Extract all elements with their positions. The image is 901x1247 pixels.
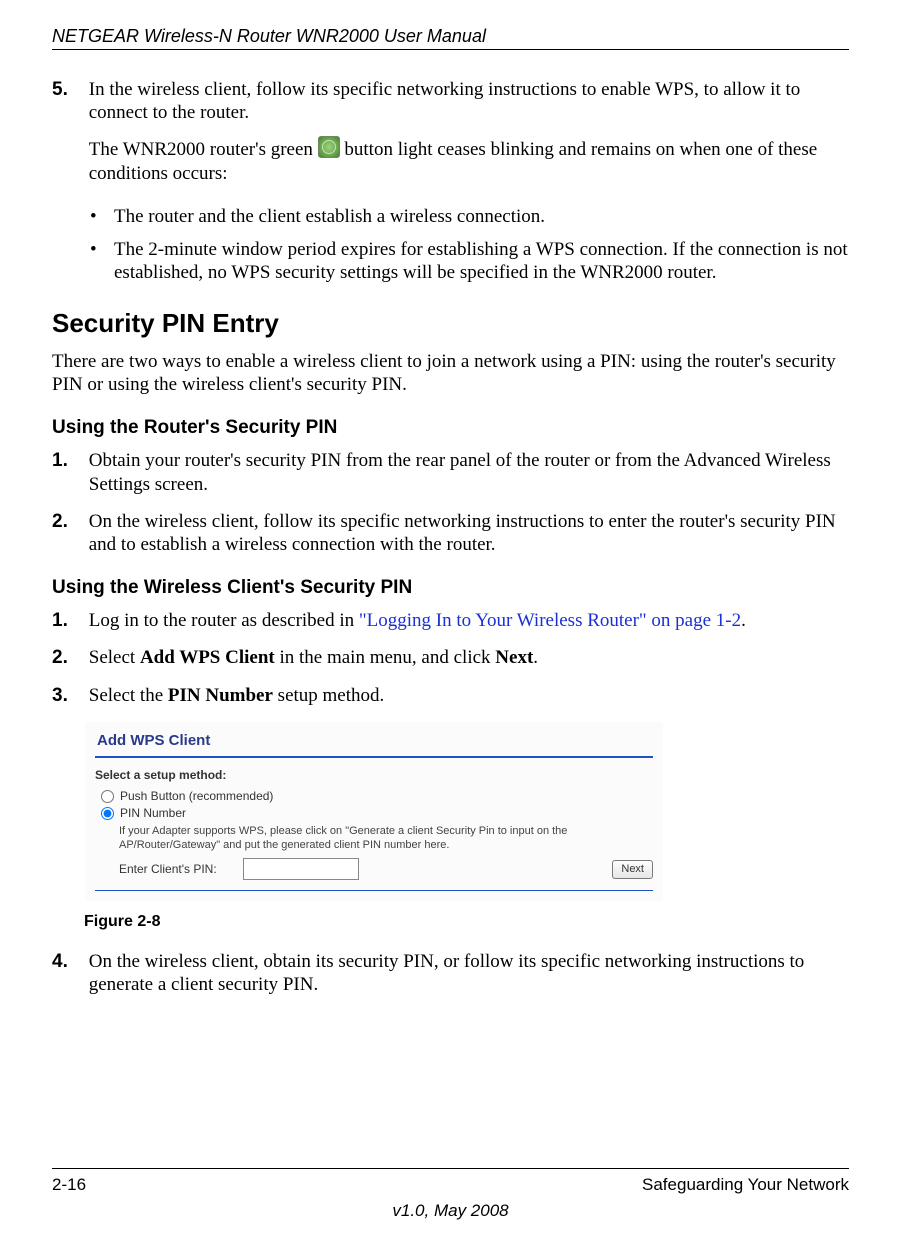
client-pin-step-4-number: 4. xyxy=(52,950,84,973)
router-pin-step-1-text: Obtain your router's security PIN from t… xyxy=(89,449,839,495)
figure-divider xyxy=(95,756,653,758)
footer-version: v1.0, May 2008 xyxy=(52,1201,849,1221)
router-pin-step-2: 2. On the wireless client, follow its sp… xyxy=(52,510,849,556)
footer-section-title: Safeguarding Your Network xyxy=(642,1175,849,1195)
router-pin-step-1: 1. Obtain your router's security PIN fro… xyxy=(52,449,849,495)
client-pin-step-3-post: setup method. xyxy=(273,685,384,706)
wps-button-icon xyxy=(318,136,340,158)
radio-pin-number[interactable]: PIN Number xyxy=(101,806,653,821)
client-pin-step-1-pre: Log in to the router as described in xyxy=(89,610,359,631)
client-pin-step-3-pre: Select the xyxy=(89,685,168,706)
footer-rule xyxy=(52,1168,849,1169)
client-pin-step-4: 4. On the wireless client, obtain its se… xyxy=(52,950,849,996)
page-number: 2-16 xyxy=(52,1175,86,1195)
cross-reference-link[interactable]: "Logging In to Your Wireless Router" on … xyxy=(359,610,741,631)
client-pin-step-1-post: . xyxy=(741,610,746,631)
subheading-router-pin: Using the Router's Security PIN xyxy=(52,416,849,439)
client-pin-step-1: 1. Log in to the router as described in … xyxy=(52,609,849,632)
router-pin-step-1-number: 1. xyxy=(52,449,84,472)
step-5-bullet-2: The 2-minute window period expires for e… xyxy=(84,238,849,284)
subheading-client-pin: Using the Wireless Client's Security PIN xyxy=(52,576,849,599)
client-pin-input[interactable] xyxy=(243,858,359,880)
router-pin-step-2-text: On the wireless client, follow its speci… xyxy=(89,510,839,556)
figure-panel-title: Add WPS Client xyxy=(95,728,653,756)
step-5: 5. In the wireless client, follow its sp… xyxy=(52,78,849,284)
client-pin-step-2-pre: Select xyxy=(89,647,140,668)
select-setup-method-label: Select a setup method: xyxy=(95,768,653,783)
add-wps-client-label: Add WPS Client xyxy=(140,647,275,668)
router-pin-step-2-number: 2. xyxy=(52,510,84,533)
client-pin-step-2-number: 2. xyxy=(52,646,84,669)
step-5-para-before: The WNR2000 router's green xyxy=(89,139,318,160)
step-5-text: In the wireless client, follow its speci… xyxy=(89,79,801,123)
radio-push-button[interactable]: Push Button (recommended) xyxy=(101,789,653,804)
figure-2-8-screenshot: Add WPS Client Select a setup method: Pu… xyxy=(84,721,664,903)
client-pin-step-2-mid: in the main menu, and click xyxy=(275,647,496,668)
client-pin-step-2: 2. Select Add WPS Client in the main men… xyxy=(52,646,849,669)
figure-bottom-divider xyxy=(95,890,653,891)
next-button[interactable]: Next xyxy=(612,860,653,879)
client-pin-step-3-number: 3. xyxy=(52,684,84,707)
enter-client-pin-label: Enter Client's PIN: xyxy=(119,862,217,877)
client-pin-step-4-text: On the wireless client, obtain its secur… xyxy=(89,950,839,996)
pin-number-label: PIN Number xyxy=(168,685,273,706)
push-button-radio-label: Push Button (recommended) xyxy=(120,789,273,804)
header-rule xyxy=(52,49,849,50)
page-header-title: NETGEAR Wireless-N Router WNR2000 User M… xyxy=(52,26,849,47)
client-pin-step-3: 3. Select the PIN Number setup method. xyxy=(52,684,849,707)
step-5-number: 5. xyxy=(52,78,84,101)
pin-number-note: If your Adapter supports WPS, please cli… xyxy=(119,825,653,853)
client-pin-step-1-number: 1. xyxy=(52,609,84,632)
section-heading-security-pin-entry: Security PIN Entry xyxy=(52,308,849,340)
section-intro: There are two ways to enable a wireless … xyxy=(52,350,849,396)
pin-number-radio-input[interactable] xyxy=(101,807,114,820)
client-pin-step-2-post: . xyxy=(533,647,538,668)
figure-caption: Figure 2-8 xyxy=(84,912,849,932)
step-5-bullet-1: The router and the client establish a wi… xyxy=(84,205,849,228)
push-button-radio-input[interactable] xyxy=(101,790,114,803)
pin-number-radio-label: PIN Number xyxy=(120,806,186,821)
next-label: Next xyxy=(495,647,533,668)
